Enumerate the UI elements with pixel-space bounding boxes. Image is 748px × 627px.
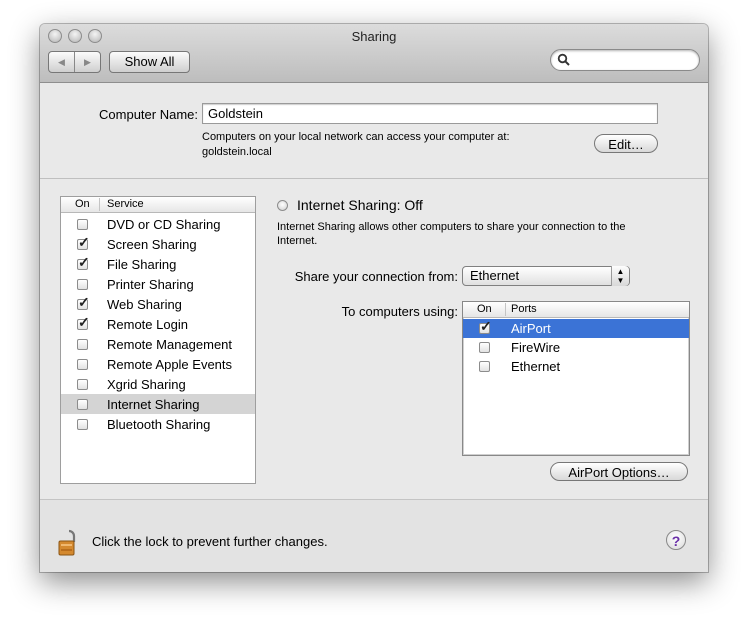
service-row[interactable]: Remote Management (61, 334, 255, 354)
port-label: Ethernet (511, 359, 561, 374)
service-checkbox[interactable] (77, 419, 88, 430)
edit-button[interactable]: Edit… (594, 134, 658, 153)
service-checkbox[interactable]: ✓ (77, 315, 90, 330)
computer-name-field[interactable]: Goldstein (202, 103, 658, 124)
service-checkbox[interactable]: ✓ (77, 295, 90, 310)
checkmark-icon: ✓ (78, 294, 90, 310)
port-checkbox[interactable] (479, 361, 490, 372)
help-button[interactable]: ? (666, 530, 686, 550)
share-from-popup[interactable]: Ethernet ▲ ▼ (462, 266, 630, 286)
port-label: AirPort (511, 321, 551, 336)
share-from-value: Ethernet (470, 268, 520, 283)
service-list-header: On Service (61, 197, 255, 213)
lock-icon[interactable] (58, 528, 80, 558)
network-address: goldstein.local (202, 146, 272, 158)
checkmark-icon: ✓ (78, 254, 90, 270)
column-on-header[interactable]: On (75, 197, 90, 212)
search-icon (557, 53, 570, 66)
network-info-line1: Computers on your local network can acce… (202, 131, 510, 143)
column-separator (99, 198, 100, 211)
bottom-bar: Click the lock to prevent further change… (40, 499, 708, 572)
internet-sharing-description-line1: Internet Sharing allows other computers … (277, 221, 626, 233)
service-label: Internet Sharing (107, 397, 200, 412)
service-row[interactable]: ✓ File Sharing (61, 254, 255, 274)
forward-arrow-icon[interactable]: ▶ (75, 52, 100, 72)
sharing-window: Sharing ◀ ▶ Show All Computer Name: Gold… (40, 24, 708, 572)
back-arrow-icon[interactable]: ◀ (49, 52, 75, 72)
service-label: Web Sharing (107, 297, 182, 312)
port-row[interactable]: Ethernet (463, 357, 689, 376)
lock-message: Click the lock to prevent further change… (92, 534, 328, 549)
search-field[interactable] (550, 49, 700, 71)
airport-options-button[interactable]: AirPort Options… (550, 462, 688, 481)
ports-list-header: On Ports (463, 302, 689, 318)
column-separator (505, 303, 506, 316)
port-row[interactable]: FireWire (463, 338, 689, 357)
share-from-label: Share your connection from: (294, 269, 458, 284)
ports-column-ports-header[interactable]: Ports (511, 302, 537, 317)
service-list[interactable]: On Service DVD or CD Sharing ✓ Screen Shar… (60, 196, 256, 484)
service-row[interactable]: Remote Apple Events (61, 354, 255, 374)
service-checkbox[interactable] (77, 339, 88, 350)
service-row[interactable]: ✓ Remote Login (61, 314, 255, 334)
service-label: Remote Management (107, 337, 233, 352)
service-checkbox[interactable] (77, 219, 88, 230)
service-row[interactable]: DVD or CD Sharing (61, 214, 255, 234)
internet-sharing-description-line2: Internet. (277, 235, 318, 247)
to-computers-label: To computers using: (341, 304, 458, 319)
computer-name-label: Computer Name: (99, 107, 198, 122)
title-bar: Sharing ◀ ▶ Show All (40, 24, 708, 83)
service-row[interactable]: Printer Sharing (61, 274, 255, 294)
service-checkbox[interactable]: ✓ (77, 235, 90, 250)
service-row[interactable]: Internet Sharing (61, 394, 255, 414)
service-checkbox[interactable]: ✓ (77, 255, 90, 270)
service-label: Xgrid Sharing (107, 377, 186, 392)
port-checkbox[interactable]: ✓ (479, 319, 492, 334)
checkmark-icon: ✓ (78, 234, 90, 250)
service-label: DVD or CD Sharing (107, 217, 221, 232)
checkmark-icon: ✓ (78, 314, 90, 330)
checkmark-icon: ✓ (480, 318, 492, 334)
port-checkbox[interactable] (479, 342, 490, 353)
service-checkbox[interactable] (77, 399, 88, 410)
column-service-header[interactable]: Service (107, 197, 144, 212)
show-all-button[interactable]: Show All (109, 51, 190, 73)
port-label: FireWire (511, 340, 561, 355)
service-label: Remote Apple Events (107, 357, 233, 372)
internet-sharing-status-indicator (277, 200, 288, 211)
service-label: File Sharing (107, 257, 177, 272)
port-row[interactable]: ✓ AirPort (463, 319, 689, 338)
service-label: Printer Sharing (107, 277, 194, 292)
service-row[interactable]: ✓ Web Sharing (61, 294, 255, 314)
back-forward-control: ◀ ▶ (48, 51, 101, 73)
internet-sharing-status: Internet Sharing: Off (297, 197, 423, 213)
section-divider (40, 178, 708, 179)
service-label: Remote Login (107, 317, 188, 332)
popup-arrows-icon: ▲ ▼ (611, 266, 629, 286)
service-row[interactable]: Bluetooth Sharing (61, 414, 255, 434)
ports-column-on-header[interactable]: On (477, 302, 492, 317)
ports-list[interactable]: On Ports ✓ AirPort FireWire Ethernet (462, 301, 690, 456)
service-checkbox[interactable] (77, 359, 88, 370)
service-row[interactable]: Xgrid Sharing (61, 374, 255, 394)
service-checkbox[interactable] (77, 379, 88, 390)
service-row[interactable]: ✓ Screen Sharing (61, 234, 255, 254)
service-label: Bluetooth Sharing (107, 417, 211, 432)
window-title: Sharing (351, 29, 397, 44)
service-label: Screen Sharing (107, 237, 197, 252)
service-checkbox[interactable] (77, 279, 88, 290)
